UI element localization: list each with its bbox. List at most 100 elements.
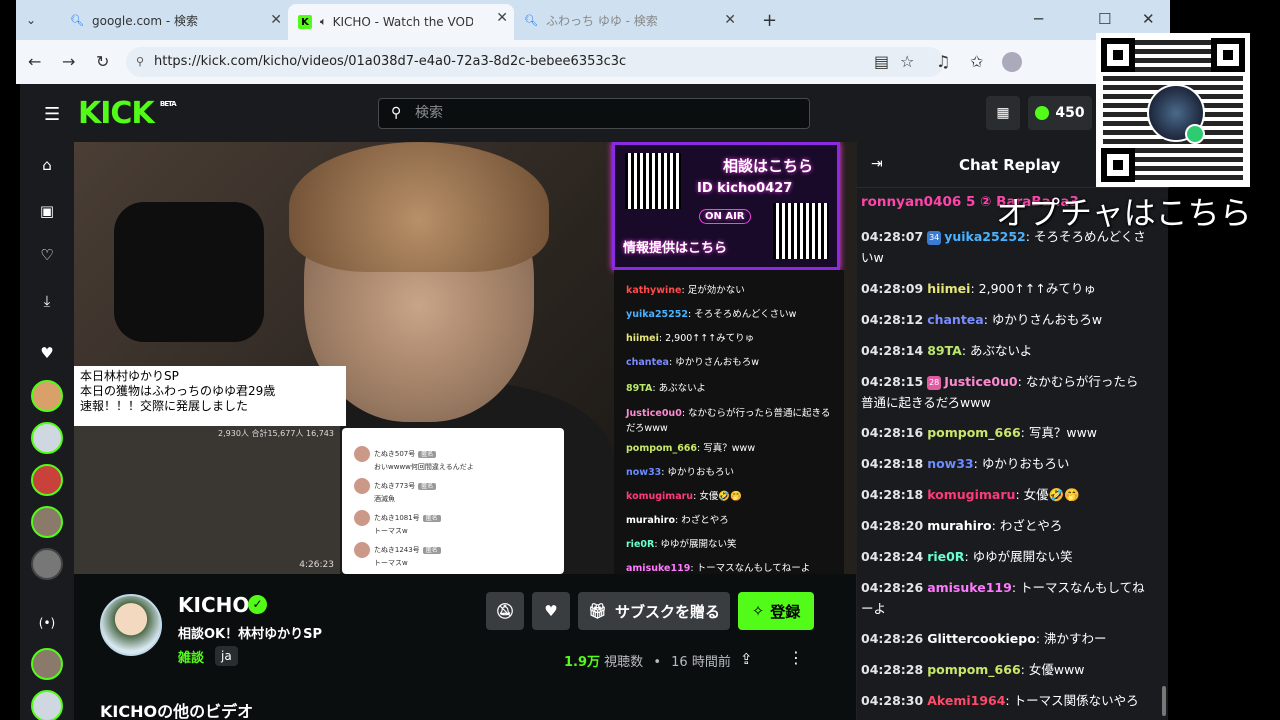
new-tab-button[interactable]: + (752, 6, 778, 34)
video-title: 相談OK！林村ゆかりSP (178, 627, 323, 642)
chat-username: pompom_666 (626, 443, 698, 454)
search-input[interactable]: ⚲ 検索 (378, 98, 810, 129)
notification-bell-button[interactable]: 🔕︎ (486, 592, 524, 630)
chat-username[interactable]: chantea (927, 312, 984, 327)
chat-scrollbar[interactable] (1162, 686, 1166, 716)
chat-username[interactable]: amisuke119 (927, 580, 1012, 595)
chat-timestamp: 04:28:09 (861, 281, 924, 296)
logo-text: KICK (78, 96, 155, 131)
chat-username[interactable]: pompom_666 (927, 662, 1020, 677)
category-link[interactable]: 雑談 (178, 647, 204, 666)
close-tab-icon[interactable]: ✕ (270, 12, 282, 28)
browser-tab-bar: ⌄ 🔍︎ google.com - 検索 ✕ K 🔈︎ KICHO - Watc… (16, 0, 1170, 40)
chat-username[interactable]: Glittercookiepo (927, 631, 1036, 646)
chat-username: hiimei (626, 333, 659, 344)
maximize-icon[interactable]: ☐ (1098, 10, 1111, 28)
favorite-heart-button[interactable]: ♥ (532, 592, 570, 630)
stream-chat-line: 89TA: あぶないよ (626, 380, 706, 394)
stream-chat-line: yuika25252: そろそろめんどくさいw (626, 306, 796, 320)
chat-username: 89TA (626, 383, 653, 394)
reader-icon[interactable]: ▤ (874, 52, 889, 71)
channel-avatar[interactable] (100, 594, 162, 656)
follow-button[interactable]: ✧ 登録 (738, 592, 814, 630)
chat-username[interactable]: komugimaru (927, 487, 1015, 502)
collapse-chat-icon[interactable]: ⇥ (871, 156, 883, 172)
menu-icon[interactable]: ☰ (44, 104, 60, 125)
profile-avatar[interactable] (1002, 52, 1022, 72)
separator: : (1017, 374, 1026, 389)
close-tab-icon[interactable]: ✕ (724, 12, 736, 28)
layout-icon: ▦ (996, 105, 1010, 121)
gift-sub-button[interactable]: 🎁︎ サブスクを贈る (578, 592, 730, 630)
chat-message: 04:28:26 Glittercookiepo: 沸かすわー (861, 628, 1149, 649)
chat-username[interactable]: 89TA (927, 343, 962, 358)
chat-username[interactable]: rie0R (927, 549, 964, 564)
chat-timestamp: 04:28:24 (861, 549, 924, 564)
followed-channel-avatar[interactable] (31, 380, 63, 412)
home-icon[interactable]: ⌂ (37, 156, 57, 176)
verified-badge-icon: ✓ (248, 595, 267, 614)
open-chat-caption: オプチャはこちら (996, 194, 1252, 232)
favorite-star-icon[interactable]: ☆ (900, 52, 914, 71)
favorites-icon[interactable]: ✩ (970, 52, 983, 71)
stream-chat-line: rie0R: ゆゆが展開ない笑 (626, 536, 737, 550)
language-tag[interactable]: ja (215, 646, 238, 666)
followed-channel-avatar[interactable] (31, 548, 63, 580)
kick-points-icon (1035, 106, 1050, 120)
stream-chat-line: amisuke119: トーマスなんもしてねーよ (626, 560, 810, 574)
close-tab-icon[interactable]: ✕ (496, 10, 508, 26)
followed-channel-avatar[interactable] (31, 464, 63, 496)
followed-channel-avatar[interactable] (31, 422, 63, 454)
chat-text: あぶないよ (970, 343, 1033, 358)
recommended-channel-avatar[interactable] (31, 648, 63, 680)
url-field[interactable]: ⚲ https://kick.com/kicho/videos/01a038d7… (126, 47, 944, 77)
media-icon[interactable]: ♫ (936, 52, 950, 71)
inset-comment-list: たぬき507号 匿名 おいwwww何回間違えるんだよ たぬき773号 匿名 酒滅魚 たぬ… (342, 428, 564, 574)
chat-text: 2,900↑↑↑みてりゅ (978, 281, 1096, 296)
chat-timestamp: 04:28:20 (861, 518, 924, 533)
tab-list-button[interactable]: ⌄ (16, 6, 52, 34)
tab-fuwacchi[interactable]: 🔍︎ ふわっち ゆゆ - 検索 ✕ (514, 6, 742, 34)
chat-text: そろそろめんどくさいw (694, 309, 797, 320)
share-icon[interactable]: ⇪ (740, 650, 753, 668)
followed-channel-avatar[interactable] (31, 506, 63, 538)
chat-username: komugimaru (626, 491, 694, 502)
chat-username[interactable]: pompom_666 (927, 425, 1020, 440)
site-info-icon[interactable]: ⚲ (136, 47, 144, 77)
recommended-channel-avatar[interactable] (31, 690, 63, 720)
more-options-icon[interactable]: ⋮ (788, 648, 804, 667)
back-icon[interactable]: ← (28, 52, 41, 71)
chat-username[interactable]: Akemi1964 (927, 693, 1005, 708)
layout-toggle-button[interactable]: ▦ (986, 96, 1020, 130)
tab-kick[interactable]: K 🔈︎ KICHO - Watch the VOD on Ki ✕ (288, 4, 514, 40)
speaker-icon[interactable]: 🔈︎ (320, 15, 327, 29)
chat-username[interactable]: hiimei (927, 281, 970, 296)
chat-username[interactable]: Justice0u0 (944, 374, 1017, 389)
chat-text: あぶないよ (658, 383, 706, 394)
chat-username: rie0R (626, 539, 655, 550)
stream-chat-line: now33: ゆかりおもろい (626, 464, 734, 478)
separator: : (964, 549, 973, 564)
chat-timestamp: 04:28:30 (861, 693, 924, 708)
minimize-icon[interactable]: ─ (1034, 10, 1043, 28)
stream-chat-line: hiimei: 2,900↑↑↑みてりゅ (626, 330, 754, 344)
separator: : (1005, 693, 1014, 708)
reload-icon[interactable]: ↻ (96, 52, 109, 71)
video-player[interactable]: 本日林村ゆかりSP 本日の獲物はふわっちのゆゆ君29歳 速報！！！交際に発展しま… (74, 142, 856, 574)
separator: : (961, 343, 971, 358)
forward-icon[interactable]: → (62, 52, 75, 71)
close-window-icon[interactable]: ✕ (1142, 10, 1155, 28)
caption-line: 速報！！！交際に発展しました (80, 399, 249, 413)
chat-username[interactable]: now33 (927, 456, 973, 471)
downloads-icon[interactable]: ⤓ (37, 292, 57, 312)
following-heart-icon[interactable]: ♡ (37, 246, 57, 266)
channel-name[interactable]: KICHO (178, 593, 249, 617)
points-button[interactable]: 450 (1028, 96, 1092, 130)
chat-username[interactable]: murahiro (927, 518, 991, 533)
browse-icon[interactable]: ▣ (37, 202, 57, 222)
chat-username: now33 (626, 467, 662, 478)
tab-title: KICHO - Watch the VOD on Ki (332, 15, 473, 29)
kick-logo[interactable]: KICK BETA (78, 96, 177, 131)
tab-google[interactable]: 🔍︎ google.com - 検索 ✕ (60, 6, 288, 34)
chat-text: 足が効かない (687, 285, 745, 296)
